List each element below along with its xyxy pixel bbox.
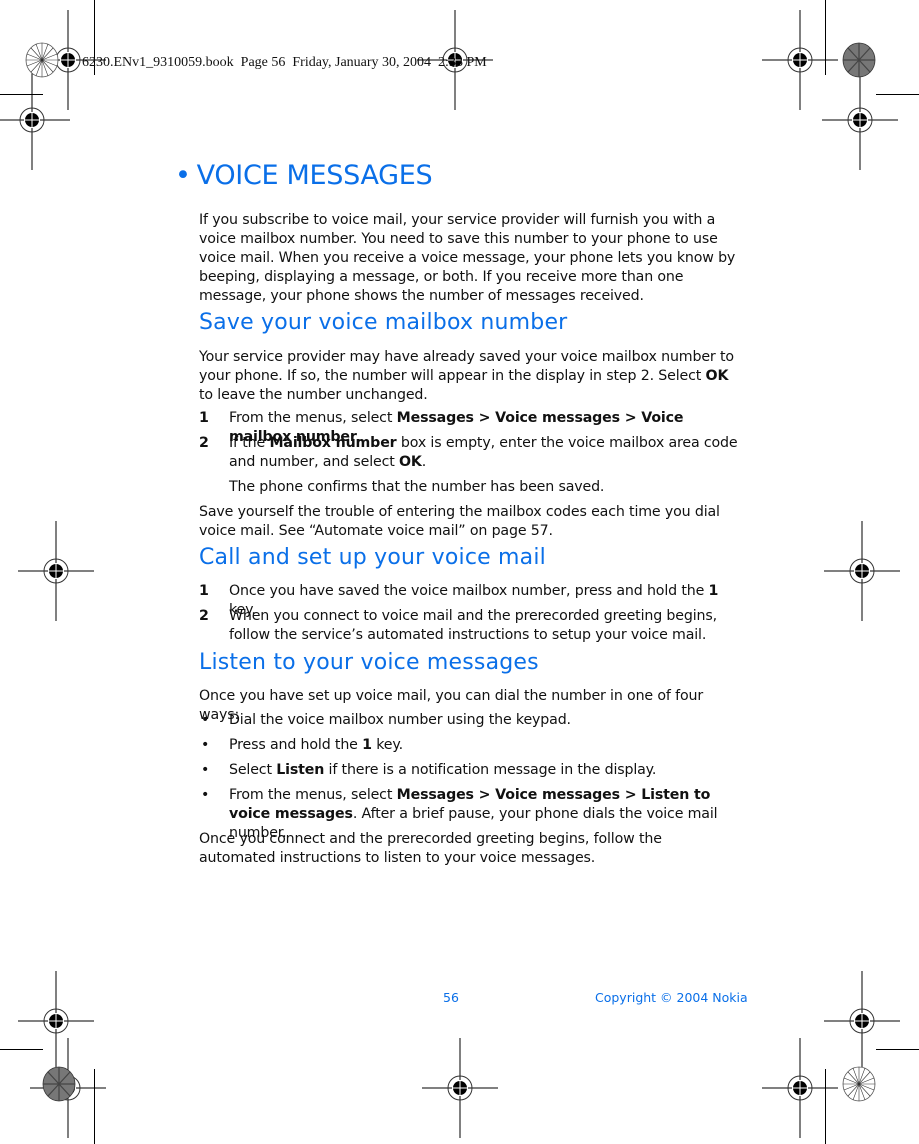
intro-paragraph: If you subscribe to voice mail, your ser… bbox=[199, 212, 736, 304]
confirm-note: The phone confirms that the number has b… bbox=[229, 479, 605, 495]
title-bullet: • bbox=[175, 160, 191, 191]
registration-mark-icon bbox=[0, 70, 70, 170]
save-paragraph: Your service provider may have already s… bbox=[199, 348, 739, 405]
text: Press and hold the bbox=[229, 737, 363, 753]
text: Your service provider may have already s… bbox=[199, 349, 734, 384]
ui-term: Listen bbox=[276, 762, 325, 778]
bullet-item: • Select Listen if there is a notificati… bbox=[199, 761, 741, 780]
bullet-item: • Dial the voice mailbox number using th… bbox=[199, 711, 741, 730]
page-title: • VOICE MESSAGES bbox=[175, 160, 433, 191]
step-number: 2 bbox=[199, 608, 209, 624]
text: From the menus, select bbox=[229, 410, 397, 426]
bullet-icon: • bbox=[201, 762, 210, 778]
section-heading-save: Save your voice mailbox number bbox=[199, 310, 568, 335]
text: to leave the number unchanged. bbox=[199, 387, 428, 403]
key-label: 1 bbox=[708, 583, 719, 599]
registration-mark-icon bbox=[762, 1038, 838, 1138]
title-text: VOICE MESSAGES bbox=[196, 160, 433, 191]
starburst-mark-icon bbox=[42, 1066, 76, 1102]
bullet-item: • Press and hold the 1 key. bbox=[199, 736, 741, 755]
listen-outro: Once you connect and the prerecorded gre… bbox=[199, 831, 662, 866]
section-heading-listen: Listen to your voice messages bbox=[199, 650, 539, 675]
step-item: 2 If the Mailbox number box is empty, en… bbox=[199, 434, 741, 472]
step-number: 1 bbox=[199, 410, 209, 426]
starburst-mark-icon bbox=[842, 1066, 876, 1102]
print-slug: 6230.ENv1_9310059.book Page 56 Friday, J… bbox=[82, 55, 487, 70]
starburst-mark-icon bbox=[842, 42, 876, 78]
text: if there is a notification message in th… bbox=[324, 762, 657, 778]
save-paragraph-2: Save yourself the trouble of entering th… bbox=[199, 504, 720, 539]
starburst-mark-icon bbox=[25, 42, 59, 78]
text: Select bbox=[229, 762, 277, 778]
page-number: 56 bbox=[443, 990, 459, 1005]
bullet-icon: • bbox=[201, 787, 210, 803]
text: Once you have saved the voice mailbox nu… bbox=[229, 583, 709, 599]
text: If the bbox=[229, 435, 270, 451]
text: . bbox=[421, 454, 427, 470]
bullet-icon: • bbox=[201, 737, 210, 753]
text: From the menus, select bbox=[229, 787, 397, 803]
step-item: 2 When you connect to voice mail and the… bbox=[199, 607, 741, 645]
step-number: 1 bbox=[199, 583, 209, 599]
registration-mark-icon bbox=[824, 521, 900, 621]
registration-mark-icon bbox=[762, 10, 838, 110]
section-heading-call: Call and set up your voice mail bbox=[199, 545, 546, 570]
ui-term: OK bbox=[705, 368, 729, 384]
text: When you connect to voice mail and the p… bbox=[229, 608, 717, 643]
key-label: 1 bbox=[362, 737, 372, 753]
ui-term: Mailbox number bbox=[269, 435, 397, 451]
registration-mark-icon bbox=[18, 521, 94, 621]
step-number: 2 bbox=[199, 435, 209, 451]
ui-term: OK bbox=[399, 454, 422, 470]
registration-mark-icon bbox=[422, 1038, 498, 1138]
text: Dial the voice mailbox number using the … bbox=[229, 712, 571, 728]
copyright-notice: Copyright © 2004 Nokia bbox=[595, 990, 748, 1005]
text: key. bbox=[371, 737, 403, 753]
bullet-icon: • bbox=[201, 712, 210, 728]
